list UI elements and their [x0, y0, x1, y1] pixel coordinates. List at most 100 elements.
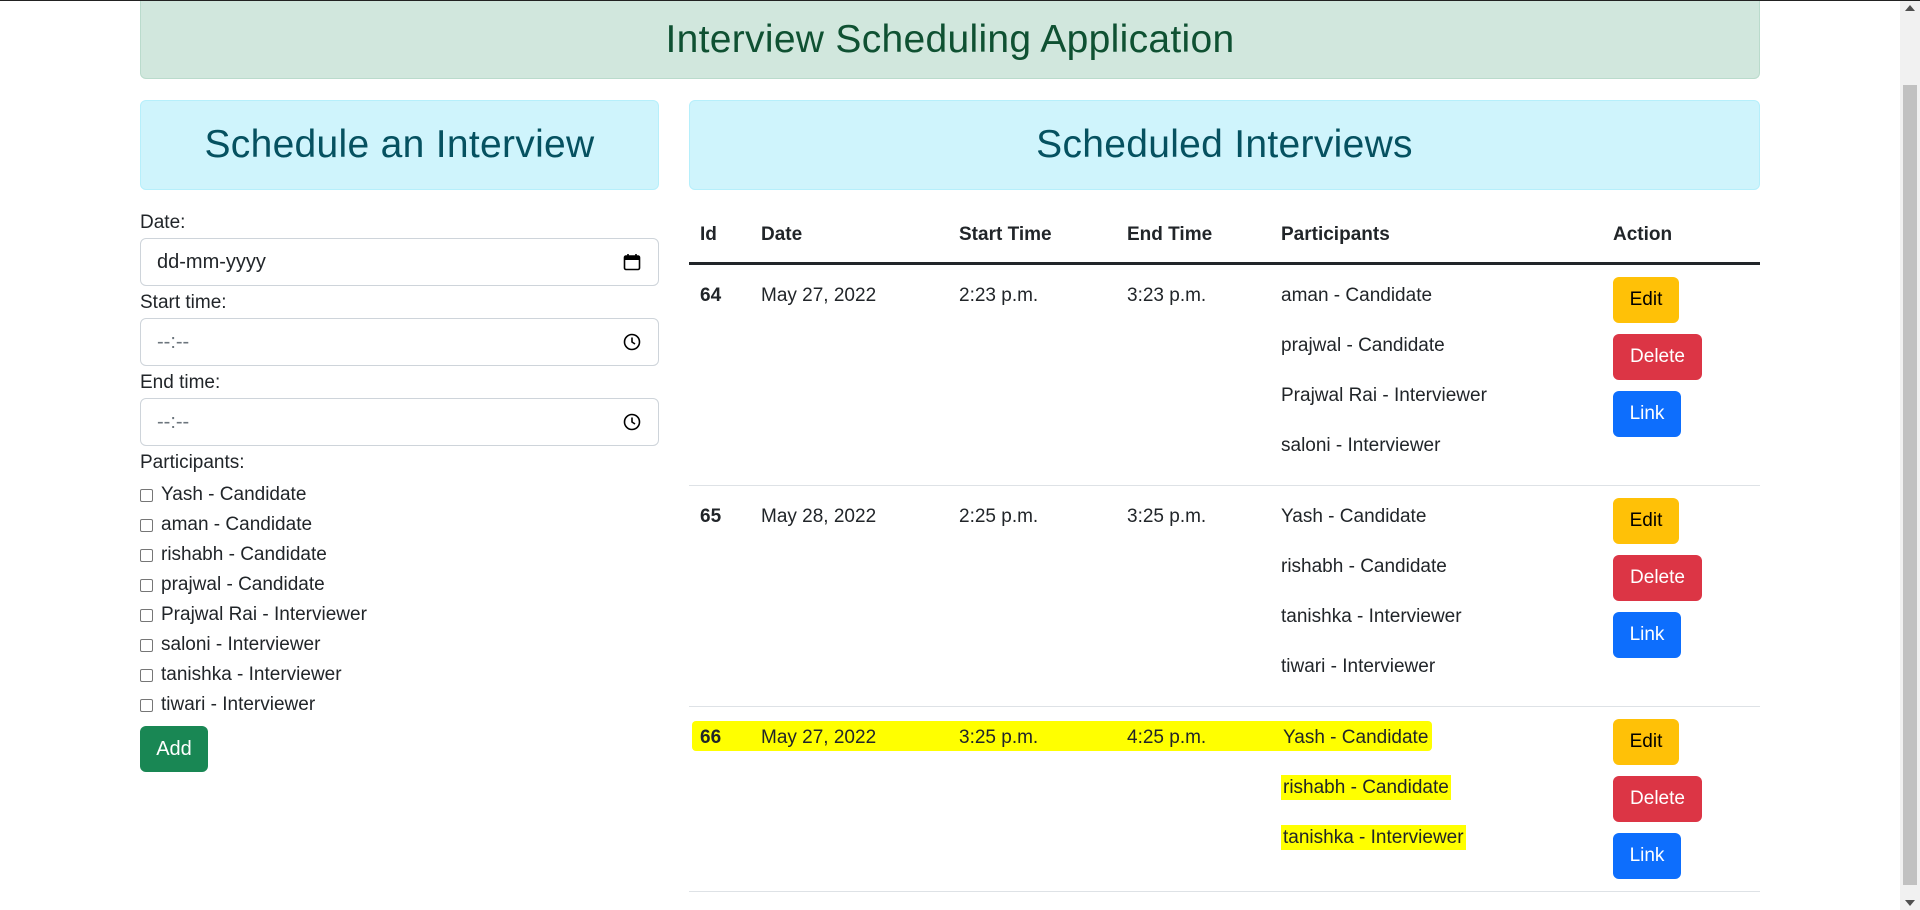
participant-option-label: tanishka - Interviewer	[161, 664, 342, 685]
clock-icon[interactable]	[622, 332, 642, 352]
participant-option-label: tiwari - Interviewer	[161, 694, 316, 715]
start-time-value: --:--	[157, 331, 190, 353]
row-actions: Edit Delete Link	[1613, 277, 1702, 448]
interviews-table: Id Date Start Time End Time Participants…	[689, 212, 1760, 892]
participant-option[interactable]: prajwal - Candidate	[140, 570, 659, 600]
row-participants: Yash - Candidate rishabh - Candidate tan…	[1281, 506, 1462, 706]
row-actions: Edit Delete Link	[1613, 719, 1702, 890]
delete-button[interactable]: Delete	[1613, 555, 1702, 601]
row-start-time: 2:23 p.m.	[959, 285, 1039, 306]
end-time-input[interactable]: --:--	[140, 398, 659, 446]
schedule-form: Date: dd-mm-yyyy Start time: --:-- End t…	[140, 212, 659, 772]
edit-button[interactable]: Edit	[1613, 498, 1679, 544]
participant-item: aman - Candidate	[1281, 285, 1433, 306]
participant-option[interactable]: aman - Candidate	[140, 510, 659, 540]
participant-option-label: aman - Candidate	[161, 514, 313, 535]
row-start-time: 2:25 p.m.	[959, 506, 1039, 527]
date-label: Date:	[140, 212, 186, 233]
participant-item: tanishka - Interviewer	[1281, 825, 1466, 850]
start-time-label: Start time:	[140, 292, 227, 313]
add-button[interactable]: Add	[140, 726, 208, 772]
participant-checkbox[interactable]	[140, 488, 153, 502]
scroll-down-arrow-icon[interactable]	[1905, 900, 1915, 906]
participant-item: tanishka - Interviewer	[1281, 606, 1462, 627]
row-end-time: 3:25 p.m.	[1127, 506, 1207, 527]
participant-item: Yash - Candidate	[1281, 506, 1427, 527]
participant-item-wrap: Yash - Candidate	[1281, 725, 1466, 777]
participant-item: Prajwal Rai - Interviewer	[1281, 385, 1487, 406]
row-date: May 27, 2022	[761, 285, 877, 306]
table-row: 66 May 27, 2022 3:25 p.m. 4:25 p.m. Yash…	[689, 707, 1760, 892]
participant-option-label: prajwal - Candidate	[161, 574, 325, 595]
row-end-time: 4:25 p.m.	[1127, 727, 1207, 748]
link-button[interactable]: Link	[1613, 391, 1681, 437]
participant-option-label: Prajwal Rai - Interviewer	[161, 604, 367, 625]
participant-checkbox[interactable]	[140, 698, 153, 712]
participant-item-wrap: tanishka - Interviewer	[1281, 825, 1466, 877]
row-id: 66	[700, 727, 722, 748]
participant-item: rishabh - Candidate	[1281, 556, 1447, 577]
link-button[interactable]: Link	[1613, 833, 1681, 879]
participant-checkbox[interactable]	[140, 608, 153, 622]
row-date: May 27, 2022	[761, 727, 877, 748]
table-row: 64 May 27, 2022 2:23 p.m. 3:23 p.m. aman…	[689, 265, 1760, 486]
participant-item: saloni - Interviewer	[1281, 435, 1441, 456]
link-button[interactable]: Link	[1613, 612, 1681, 658]
scheduled-panel-header: Scheduled Interviews	[689, 100, 1760, 190]
header-id: Id	[700, 224, 717, 245]
participant-checkbox[interactable]	[140, 578, 153, 592]
participant-option[interactable]: rishabh - Candidate	[140, 540, 659, 570]
app-header: Interview Scheduling Application	[140, 1, 1760, 79]
calendar-icon[interactable]	[622, 252, 642, 272]
clock-icon[interactable]	[622, 412, 642, 432]
app-title: Interview Scheduling Application	[665, 17, 1235, 61]
edit-button[interactable]: Edit	[1613, 719, 1679, 765]
edit-button[interactable]: Edit	[1613, 277, 1679, 323]
delete-button[interactable]: Delete	[1613, 334, 1702, 380]
participant-checkbox[interactable]	[140, 638, 153, 652]
date-input[interactable]: dd-mm-yyyy	[140, 238, 659, 286]
participant-checkbox[interactable]	[140, 668, 153, 682]
row-id: 64	[700, 285, 722, 306]
participant-checkbox[interactable]	[140, 548, 153, 562]
date-input-value: dd-mm-yyyy	[157, 251, 266, 273]
scrollbar-thumb[interactable]	[1903, 85, 1917, 885]
table-row: 65 May 28, 2022 2:25 p.m. 3:25 p.m. Yash…	[689, 486, 1760, 707]
row-actions: Edit Delete Link	[1613, 498, 1702, 669]
participants-label: Participants:	[140, 452, 245, 473]
header-end-time: End Time	[1127, 224, 1213, 245]
page-container: Interview Scheduling Application Schedul…	[140, 1, 1760, 910]
header-date: Date	[761, 224, 803, 245]
participant-item: prajwal - Candidate	[1281, 335, 1445, 356]
participant-option[interactable]: Yash - Candidate	[140, 480, 659, 510]
participant-option-label: Yash - Candidate	[161, 484, 307, 505]
header-participants: Participants	[1281, 224, 1390, 245]
table-header: Id Date Start Time End Time Participants…	[689, 212, 1760, 265]
row-participants: aman - Candidate prajwal - Candidate Pra…	[1281, 285, 1487, 485]
row-end-time: 3:23 p.m.	[1127, 285, 1207, 306]
scroll-up-arrow-icon[interactable]	[1905, 5, 1915, 11]
header-start-time: Start Time	[959, 224, 1052, 245]
participant-option[interactable]: Prajwal Rai - Interviewer	[140, 600, 659, 630]
row-date: May 28, 2022	[761, 506, 877, 527]
row-id: 65	[700, 506, 722, 527]
end-time-label: End time:	[140, 372, 221, 393]
row-start-time: 3:25 p.m.	[959, 727, 1039, 748]
participant-option[interactable]: tiwari - Interviewer	[140, 690, 659, 720]
row-participants: Yash - Candidate rishabh - Candidate tan…	[1281, 725, 1466, 877]
participant-option-label: saloni - Interviewer	[161, 634, 321, 655]
header-action: Action	[1613, 224, 1673, 245]
end-time-value: --:--	[157, 411, 190, 433]
participant-item: tiwari - Interviewer	[1281, 656, 1436, 677]
participant-option-label: rishabh - Candidate	[161, 544, 327, 565]
participant-item-wrap: rishabh - Candidate	[1281, 775, 1466, 827]
page-scrollbar[interactable]	[1900, 1, 1920, 910]
participant-option[interactable]: saloni - Interviewer	[140, 630, 659, 660]
participant-checkbox[interactable]	[140, 518, 153, 532]
participant-item: rishabh - Candidate	[1281, 775, 1451, 800]
delete-button[interactable]: Delete	[1613, 776, 1702, 822]
participant-option[interactable]: tanishka - Interviewer	[140, 660, 659, 690]
schedule-panel-header: Schedule an Interview	[140, 100, 659, 190]
participant-item: Yash - Candidate	[1281, 725, 1431, 750]
start-time-input[interactable]: --:--	[140, 318, 659, 366]
